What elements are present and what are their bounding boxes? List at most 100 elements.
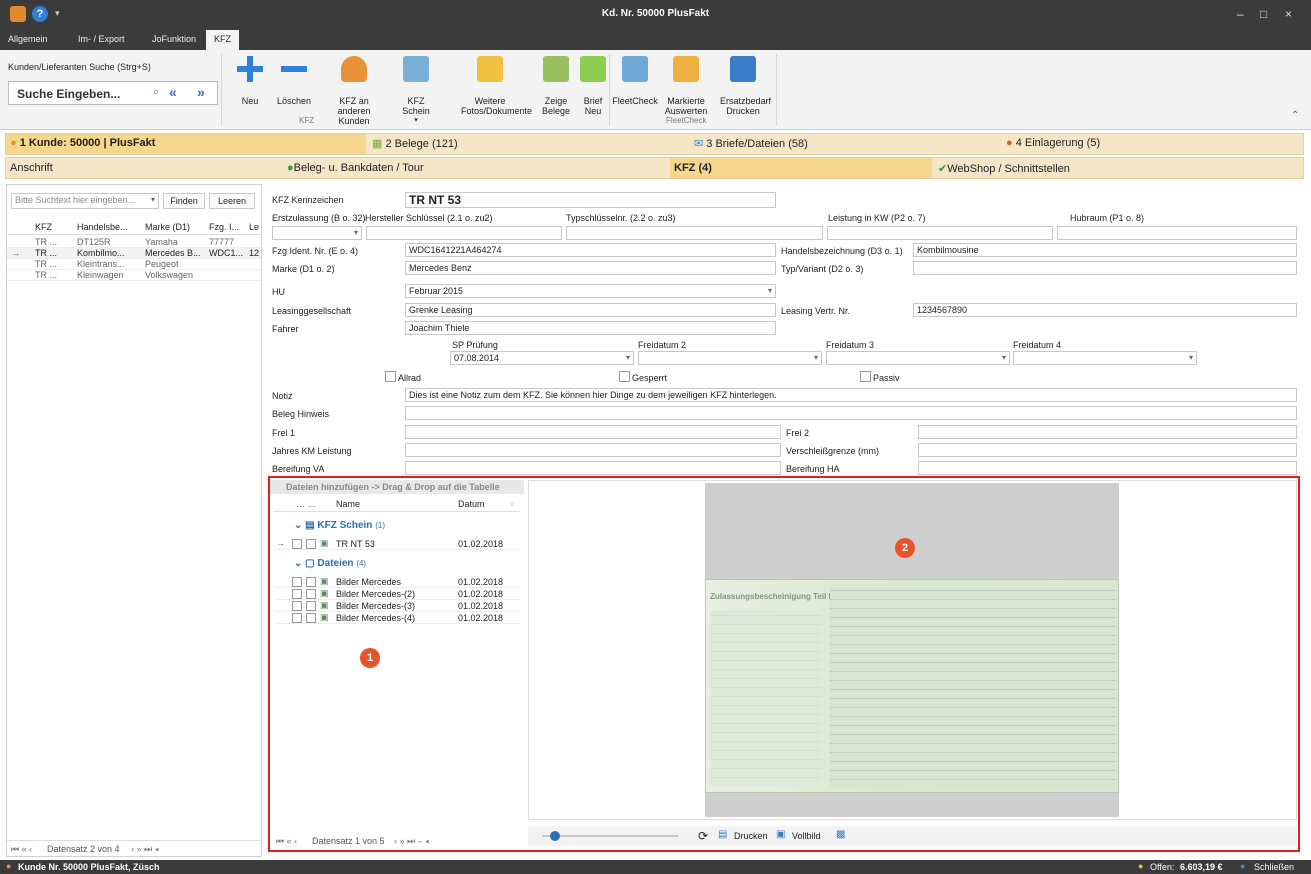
evaluate-marked-button[interactable]: Markierte Auswerten [662, 56, 710, 116]
col-fzg[interactable]: Fzg. I... [209, 222, 239, 232]
menu-kfz[interactable]: KFZ [206, 30, 239, 50]
col-marke[interactable]: Marke (D1) [145, 222, 190, 232]
receipts-icon: ▦ [372, 138, 383, 150]
title-bar: ? ▾ Kd. Nr. 50000 PlusFakt – □ × [0, 0, 1311, 30]
minimize-button[interactable]: – [1237, 7, 1244, 21]
freidatum4-label: Freidatum 4 [1013, 340, 1062, 350]
col-le[interactable]: Le [249, 222, 259, 232]
main-tabs: ● 1 Kunde: 50000 | PlusFakt ▦ 2 Belege (… [5, 133, 1304, 155]
freidatum3-field[interactable] [826, 351, 1010, 365]
people-icon: ● [10, 137, 17, 149]
fzg-field[interactable]: WDC1641221A464274 [405, 243, 776, 257]
leistung-field[interactable] [827, 226, 1053, 240]
close-icon[interactable]: ● [1240, 861, 1245, 871]
table-row[interactable]: TR ... DT125R Yamaha 77777 [7, 237, 261, 248]
clear-button[interactable]: Leeren [209, 193, 255, 209]
hersteller-field[interactable] [366, 226, 562, 240]
table-row[interactable]: TR ... Kleinwagen Volkswagen [7, 270, 261, 281]
hu-field[interactable]: Februar 2015 [405, 284, 776, 298]
table-cell: Peugeot [145, 259, 179, 269]
offen-value: 6.603,19 € [1180, 862, 1223, 872]
table-row[interactable]: TR ... Kleintrans... Peugeot [7, 259, 261, 270]
leasing-field[interactable]: Grenke Leasing [405, 303, 776, 317]
receipts-icon [543, 56, 569, 82]
freidatum4-field[interactable] [1013, 351, 1197, 365]
typ-field[interactable] [913, 261, 1297, 275]
delete-button[interactable]: Löschen [274, 56, 314, 106]
kfz-transfer-button[interactable]: KFZ an anderen Kunden [319, 56, 389, 126]
table-cell: TR ... [35, 270, 57, 280]
typ-label: Typ/Variant (D2 o. 3) [781, 264, 864, 274]
tab-webshop[interactable]: ✔WebShop / Schnittstellen [934, 158, 1302, 178]
allrad-checkbox[interactable] [385, 371, 396, 382]
tab-belege[interactable]: ▦ 2 Belege (121) [368, 134, 688, 154]
passiv-checkbox[interactable] [860, 371, 871, 382]
back-icon[interactable]: « [169, 84, 177, 100]
tab-beleg-bankdaten[interactable]: ●Beleg- u. Bankdaten / Tour [283, 158, 668, 178]
left-search-input[interactable]: Bitte Suchtext hier eingeben... [11, 193, 159, 209]
col-kfz[interactable]: KFZ [35, 222, 52, 232]
print-spare-button[interactable]: Ersatzbedarf Drucken [714, 56, 772, 116]
row-pointer-icon: → [11, 248, 20, 258]
tab-einlagerung[interactable]: ● 4 Einlagerung (5) [1002, 134, 1302, 154]
leasingnr-field[interactable]: 1234567890 [913, 303, 1297, 317]
close-app-button[interactable]: Schließen [1254, 862, 1294, 872]
bereifung-ha-field[interactable] [918, 461, 1297, 475]
gesperrt-checkbox[interactable] [619, 371, 630, 382]
menu-im-export[interactable]: Im- / Export [78, 34, 125, 44]
left-pager: ⏮ « ‹ Datensatz 2 von 4 › » ⏭ ◂ [7, 840, 261, 856]
close-button[interactable]: × [1285, 7, 1292, 21]
search-input[interactable]: Suche Eingeben... [17, 87, 120, 101]
fzg-label: Fzg Ident. Nr. (E o. 4) [272, 246, 359, 256]
show-receipts-button[interactable]: Zeige Belege [536, 56, 576, 116]
sp-field[interactable]: 07.08.2014 [450, 351, 634, 365]
find-button[interactable]: Finden [163, 193, 205, 209]
notiz-field[interactable]: Dies ist eine Notiz zum dem KFZ. Sie kön… [405, 388, 1297, 402]
handels-field[interactable]: Kombilmousine [913, 243, 1297, 257]
fleetcheck-button[interactable]: FleetCheck [612, 56, 658, 106]
allrad-label: Allrad [398, 373, 422, 383]
bereifung-va-field[interactable] [405, 461, 781, 475]
kfz-schein-button[interactable]: KFZ Schein ▾ [393, 56, 439, 126]
leistung-label: Leistung in KW (P2 o. 7) [828, 213, 926, 223]
jahres-km-field[interactable] [405, 443, 781, 457]
fahrer-label: Fahrer [272, 324, 299, 334]
letter-check-icon [580, 56, 606, 82]
pager-first-icon[interactable]: ⏮ « ‹ [11, 844, 32, 855]
beleg-hinweis-field[interactable] [405, 406, 1297, 420]
highlight-frame [268, 476, 1300, 852]
typschl-field[interactable] [566, 226, 823, 240]
search-box[interactable]: Suche Eingeben... ⌕ « » [8, 81, 218, 105]
maximize-button[interactable]: □ [1260, 7, 1267, 21]
new-letter-button[interactable]: Brief Neu [576, 56, 610, 116]
new-button[interactable]: Neu [232, 56, 268, 106]
table-cell: Volkswagen [145, 270, 194, 280]
freidatum3-label: Freidatum 3 [826, 340, 875, 350]
frei2-field[interactable] [918, 425, 1297, 439]
table-row[interactable]: → TR ... Kombilmo... Mercedes B... WDC1... 12 [7, 248, 261, 259]
kennzeichen-field[interactable]: TR NT 53 [405, 192, 776, 208]
collapse-ribbon-icon[interactable]: ⌃ [1291, 110, 1299, 121]
tab-briefe[interactable]: ✉ 3 Briefe/Dateien (58) [690, 134, 1000, 154]
tab-anschrift[interactable]: Anschrift [6, 158, 281, 178]
more-photos-button[interactable]: Weitere Fotos/Dokumente [445, 56, 535, 116]
tab-kunde[interactable]: ● 1 Kunde: 50000 | PlusFakt [6, 134, 366, 154]
plus-icon [237, 56, 263, 82]
tab-kfz[interactable]: KFZ (4) [670, 158, 932, 178]
group-label-fleetcheck: FleetCheck [666, 116, 707, 125]
col-handelsbez[interactable]: Handelsbe... [77, 222, 128, 232]
menu-bar: Allgemein Im- / Export JoFunktion KFZ [0, 30, 1311, 50]
fahrer-field[interactable]: Joachim Thiele [405, 321, 776, 335]
frei1-field[interactable] [405, 425, 781, 439]
leasingnr-label: Leasing Vertr. Nr. [781, 306, 851, 316]
verschleiss-field[interactable] [918, 443, 1297, 457]
search-icon[interactable]: ⌕ [153, 86, 159, 99]
forward-icon[interactable]: » [197, 84, 205, 100]
menu-jofunktion[interactable]: JoFunktion [152, 34, 196, 44]
pager-next-icon[interactable]: › » ⏭ ◂ [131, 844, 159, 855]
hubraum-field[interactable] [1057, 226, 1297, 240]
marke-field[interactable]: Mercedes Benz [405, 261, 776, 275]
freidatum2-field[interactable] [638, 351, 822, 365]
erstzulassung-field[interactable] [272, 226, 362, 240]
menu-allgemein[interactable]: Allgemein [8, 34, 48, 44]
